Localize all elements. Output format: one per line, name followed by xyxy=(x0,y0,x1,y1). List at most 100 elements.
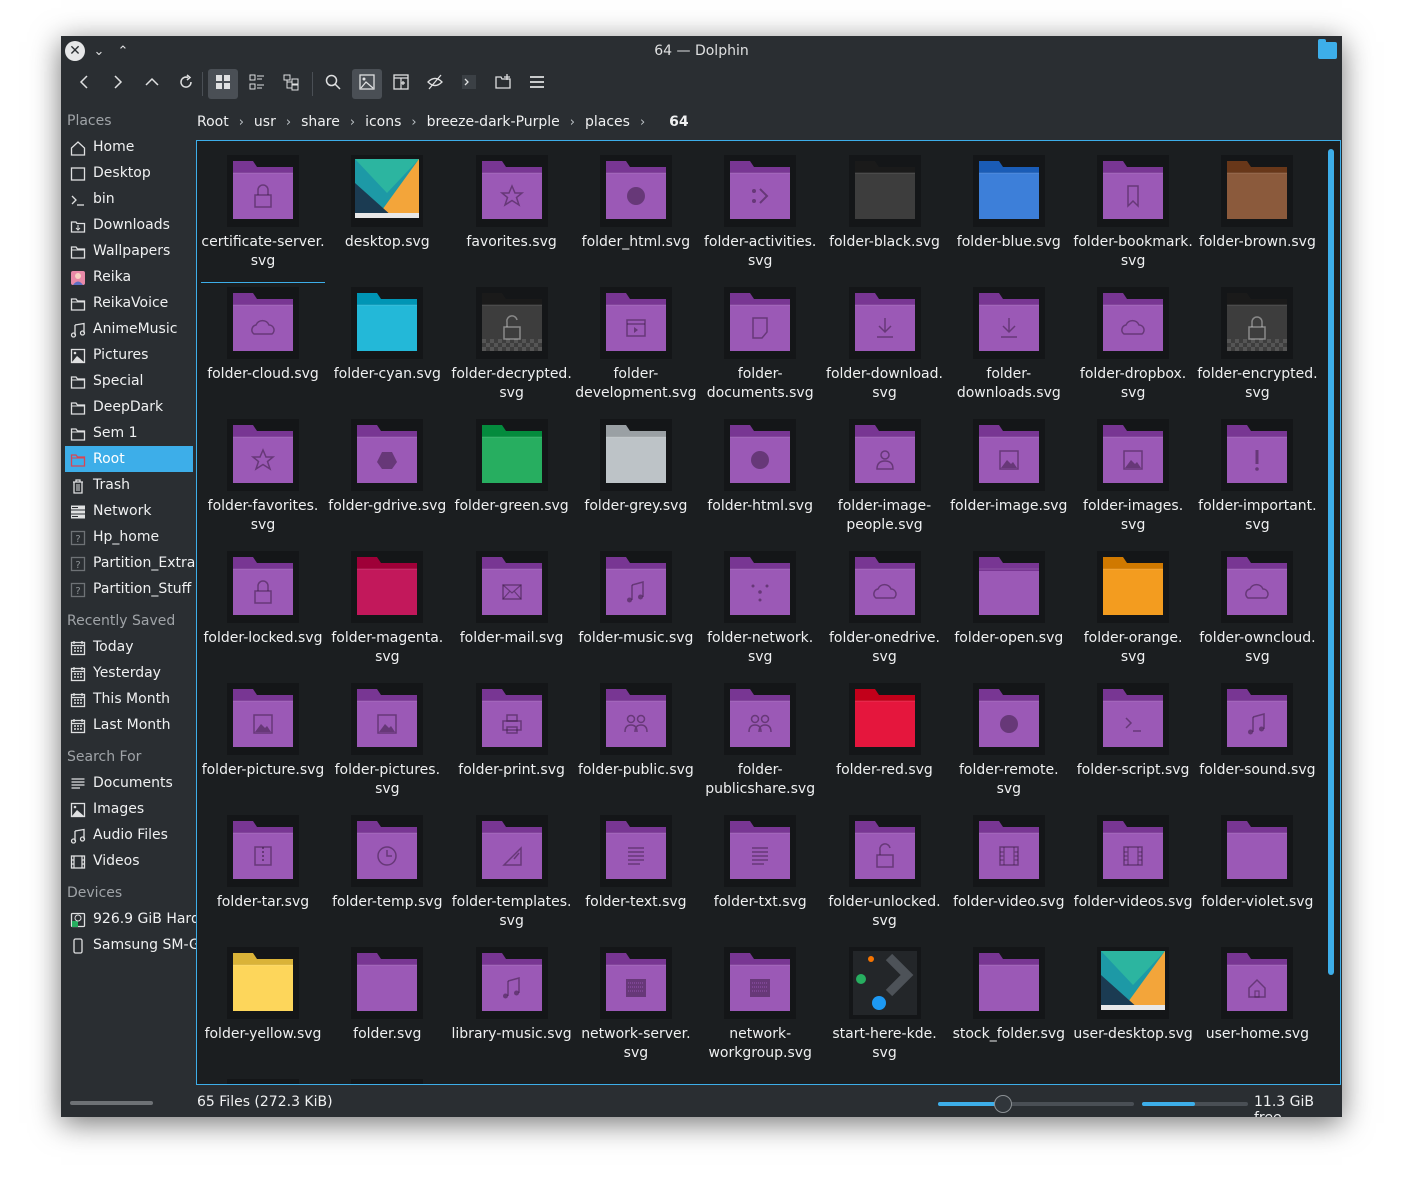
file-item-folder-black[interactable]: folder-black.svg xyxy=(823,151,947,283)
file-item-folder-public[interactable]: folder-public.svg xyxy=(574,679,698,811)
place-item-partition-stuff[interactable]: ? Partition_Stuff xyxy=(61,576,197,602)
file-item-folder-decrypted[interactable]: folder-decrypted. svg xyxy=(450,283,574,415)
place-item-network[interactable]: Network xyxy=(61,498,197,524)
breadcrumb-separator-icon[interactable]: › xyxy=(350,115,355,130)
place-item-special[interactable]: Special xyxy=(61,368,197,394)
file-item-network-server[interactable]: network-server. svg xyxy=(574,943,698,1075)
breadcrumb-separator-icon[interactable]: › xyxy=(239,115,244,130)
breadcrumb-separator-icon[interactable]: › xyxy=(640,115,645,130)
place-item-bin[interactable]: bin xyxy=(61,186,197,212)
new-folder-button[interactable] xyxy=(488,69,518,99)
file-item-folder-gdrive[interactable]: folder-gdrive.svg xyxy=(325,415,449,547)
file-item-folder-cyan[interactable]: folder-cyan.svg xyxy=(325,283,449,415)
file-item-folder-print[interactable]: folder-print.svg xyxy=(450,679,574,811)
place-item-reika[interactable]: Reika xyxy=(61,264,197,290)
file-view[interactable]: certificate-server. svg desktop.svg favori… xyxy=(196,140,1341,1085)
file-item-folder-publicshare[interactable]: folder- publicshare.svg xyxy=(698,679,822,811)
place-item-documents[interactable]: Documents xyxy=(61,770,197,796)
preview-button[interactable] xyxy=(352,69,382,99)
split-button[interactable] xyxy=(386,69,416,99)
place-item-this-month[interactable]: This Month xyxy=(61,686,197,712)
place-item-926-9-gib-hard[interactable]: 926.9 GiB Hard xyxy=(61,906,197,932)
place-item-root[interactable]: Root xyxy=(65,446,193,472)
place-item-deepdark[interactable]: DeepDark xyxy=(61,394,197,420)
file-item-desktop[interactable]: desktop.svg xyxy=(325,151,449,283)
file-item-folder-txt[interactable]: folder-txt.svg xyxy=(698,811,822,943)
search-button[interactable] xyxy=(318,69,348,99)
details-view-button[interactable] xyxy=(276,69,306,99)
file-item-folder-owncloud[interactable]: folder-owncloud. svg xyxy=(1195,547,1319,679)
breadcrumb-separator-icon[interactable]: › xyxy=(286,115,291,130)
file-item-folder-sound[interactable]: folder-sound.svg xyxy=(1195,679,1319,811)
file-item-partial-63[interactable] xyxy=(201,1075,325,1084)
file-item-folder-brown[interactable]: folder-brown.svg xyxy=(1195,151,1319,283)
back-button[interactable] xyxy=(69,69,99,99)
file-item-folder-orange[interactable]: folder-orange. svg xyxy=(1071,547,1195,679)
file-item-user-desktop[interactable]: user-desktop.svg xyxy=(1071,943,1195,1075)
file-item-folder-encrypted[interactable]: folder-encrypted. svg xyxy=(1195,283,1319,415)
place-item-videos[interactable]: Videos xyxy=(61,848,197,874)
breadcrumb-item-breeze-dark-purple[interactable]: breeze-dark-Purple xyxy=(427,114,560,130)
file-item-folder-locked[interactable]: folder-locked.svg xyxy=(201,547,325,679)
place-item-sem-1[interactable]: Sem 1 xyxy=(61,420,197,446)
file-item-folder-image[interactable]: folder-image.svg xyxy=(947,415,1071,547)
file-item-folder-templates[interactable]: folder-templates. svg xyxy=(450,811,574,943)
file-item-certificate-server[interactable]: certificate-server. svg xyxy=(201,151,325,283)
file-item-folder-picture[interactable]: folder-picture.svg xyxy=(201,679,325,811)
place-item-wallpapers[interactable]: Wallpapers xyxy=(61,238,197,264)
file-item-folder-yellow[interactable]: folder-yellow.svg xyxy=(201,943,325,1075)
breadcrumb-item-places[interactable]: places xyxy=(585,114,630,130)
place-item-reikavoice[interactable]: ReikaVoice xyxy=(61,290,197,316)
file-item-folder-onedrive[interactable]: folder-onedrive. svg xyxy=(823,547,947,679)
file-item-folder-grey[interactable]: folder-grey.svg xyxy=(574,415,698,547)
file-item-folder-music[interactable]: folder-music.svg xyxy=(574,547,698,679)
vertical-scrollbar[interactable] xyxy=(1328,149,1334,975)
file-item-folder-favorites[interactable]: folder-favorites. svg xyxy=(201,415,325,547)
file-item-folder-blue[interactable]: folder-blue.svg xyxy=(947,151,1071,283)
breadcrumb-item-share[interactable]: share xyxy=(301,114,340,130)
place-item-yesterday[interactable]: Yesterday xyxy=(61,660,197,686)
place-item-downloads[interactable]: Downloads xyxy=(61,212,197,238)
file-item-start-here-kde[interactable]: start-here-kde. svg xyxy=(823,943,947,1075)
file-item-folder-network[interactable]: folder-network. svg xyxy=(698,547,822,679)
file-item-folder-cloud[interactable]: folder-cloud.svg xyxy=(201,283,325,415)
file-item-folder-download[interactable]: folder-download. svg xyxy=(823,283,947,415)
file-item-folder-important[interactable]: folder-important. svg xyxy=(1195,415,1319,547)
icons-view-button[interactable] xyxy=(208,69,238,99)
place-item-trash[interactable]: Trash xyxy=(61,472,197,498)
place-item-today[interactable]: Today xyxy=(61,634,197,660)
hidden-files-button[interactable] xyxy=(420,69,450,99)
file-item-folder-violet[interactable]: folder-violet.svg xyxy=(1195,811,1319,943)
file-item-folder-mail[interactable]: folder-mail.svg xyxy=(450,547,574,679)
forward-button[interactable] xyxy=(103,69,133,99)
up-button[interactable] xyxy=(137,69,167,99)
file-item-folder-video[interactable]: folder-video.svg xyxy=(947,811,1071,943)
place-item-animemusic[interactable]: AnimeMusic xyxy=(61,316,197,342)
breadcrumb-separator-icon[interactable]: › xyxy=(411,115,416,130)
file-item-user-home[interactable]: user-home.svg xyxy=(1195,943,1319,1075)
breadcrumb-separator-icon[interactable]: › xyxy=(570,115,575,130)
file-item-network-workgroup[interactable]: network- workgroup.svg xyxy=(698,943,822,1075)
file-item-folder-image-people[interactable]: folder-image- people.svg xyxy=(823,415,947,547)
zoom-slider[interactable] xyxy=(938,1095,1134,1113)
file-item-folder-green[interactable]: folder-green.svg xyxy=(450,415,574,547)
place-item-partition-extra[interactable]: ? Partition_Extra xyxy=(61,550,197,576)
zoom-slider-handle[interactable] xyxy=(993,1095,1012,1113)
terminal-button[interactable] xyxy=(454,69,484,99)
reload-button[interactable] xyxy=(171,69,201,99)
file-item-folder-tar[interactable]: folder-tar.svg xyxy=(201,811,325,943)
file-item-folder-videos[interactable]: folder-videos.svg xyxy=(1071,811,1195,943)
compact-view-button[interactable] xyxy=(242,69,272,99)
file-item-stock-folder[interactable]: stock_folder.svg xyxy=(947,943,1071,1075)
file-item-folder-remote[interactable]: folder-remote. svg xyxy=(947,679,1071,811)
place-item-last-month[interactable]: Last Month xyxy=(61,712,197,738)
file-item-folder-open[interactable]: folder-open.svg xyxy=(947,547,1071,679)
place-item-images[interactable]: Images xyxy=(61,796,197,822)
file-item-folder-documents[interactable]: folder- documents.svg xyxy=(698,283,822,415)
place-item-samsung-sm-g[interactable]: Samsung SM-G xyxy=(61,932,197,958)
file-item-folder-bookmark[interactable]: folder-bookmark. svg xyxy=(1071,151,1195,283)
place-item-desktop[interactable]: Desktop xyxy=(61,160,197,186)
file-item-folder-text[interactable]: folder-text.svg xyxy=(574,811,698,943)
file-item-folder-activities[interactable]: folder-activities. svg xyxy=(698,151,822,283)
file-item-folder-downloads[interactable]: folder- downloads.svg xyxy=(947,283,1071,415)
